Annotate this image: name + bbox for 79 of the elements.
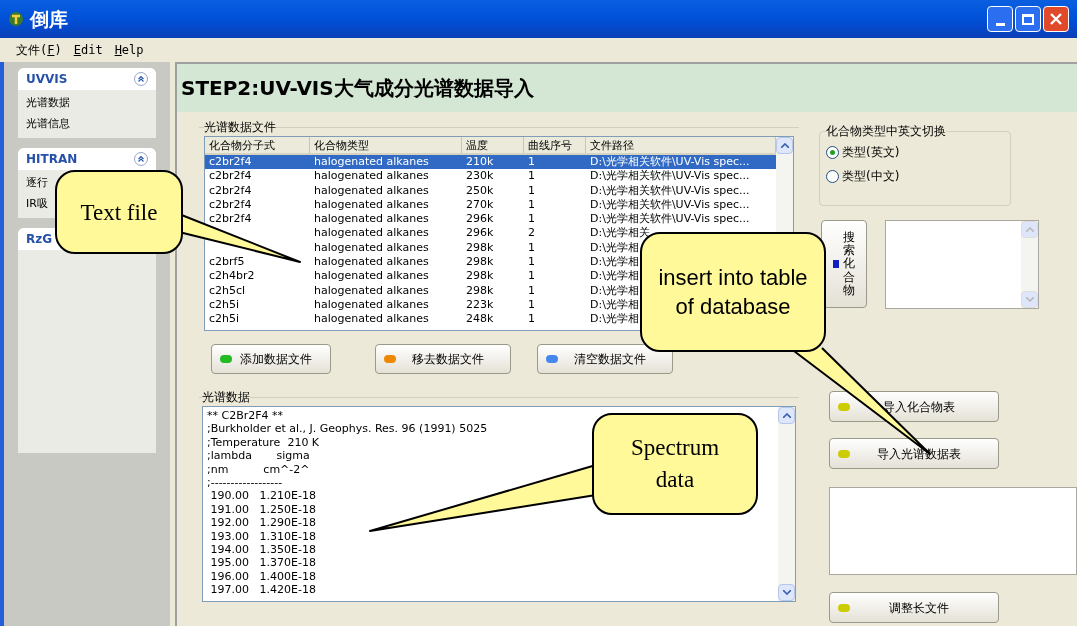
table-cell: 1 <box>528 169 535 183</box>
table-cell: c2h5cl <box>209 283 246 297</box>
table-cell: 248k <box>466 312 494 326</box>
table-cell: c2br2f4 <box>209 212 252 226</box>
page-heading: STEP2:UV-VIS大气成分光谱数据导入 <box>181 75 534 102</box>
text-line: 197.00 1.420E-18 <box>209 583 316 597</box>
table-cell: c2br2f4 <box>209 155 252 168</box>
table-cell: c2h4br2 <box>209 269 255 283</box>
table-cell: halogenated alkanes <box>314 169 429 183</box>
table-cell: 1 <box>528 269 535 283</box>
table-cell: 1 <box>528 212 535 226</box>
table-cell: halogenated alkanes <box>314 226 429 240</box>
table-cell: D:\光学相 <box>590 255 639 269</box>
table-cell: D:\光学相关软件\UV-Vis spec... <box>590 169 750 183</box>
table-cell: 298k <box>466 283 494 297</box>
radio-label: 类型(中文) <box>842 168 900 185</box>
text-line: ** C2Br2F4 ** <box>207 409 284 423</box>
table-cell: 296k <box>466 226 494 240</box>
text-line: ;nm cm^-2^ <box>207 462 310 477</box>
table-cell: 296k <box>466 212 494 226</box>
text-line: 194.00 1.350E-18 <box>209 543 316 557</box>
table-cell: 1 <box>528 183 535 197</box>
table-cell: halogenated alkanes <box>314 240 429 254</box>
table-cell: 298k <box>466 255 494 269</box>
table-cell: 230k <box>466 169 494 183</box>
table-cell: D:\光学相 <box>590 312 639 326</box>
text-line: ;Temperature 210 K <box>207 435 320 450</box>
group-label: 光谱数据文件 <box>204 119 276 136</box>
table-cell: c2br2f4 <box>209 183 252 197</box>
table-cell: 250k <box>466 183 494 197</box>
table-cell: D:\光学相 <box>590 283 639 297</box>
table-cell: c2br2f4 <box>209 169 252 183</box>
table-cell: D:\光学相 <box>590 240 639 254</box>
table-cell: halogenated alkanes <box>314 155 429 168</box>
text-line: 196.00 1.400E-18 <box>209 569 316 584</box>
table-cell: halogenated alkanes <box>314 283 429 297</box>
text-line: 191.00 1.250E-18 <box>209 502 316 517</box>
table-cell: c2brf5 <box>209 255 245 269</box>
table-cell: 1 <box>528 240 535 254</box>
table-cell: halogenated alkanes <box>314 183 429 197</box>
table-cell: c2h5i <box>209 312 240 326</box>
table-cell: 298k <box>466 269 494 283</box>
table-cell: D:\光学相关软件\UV-Vis spec... <box>590 212 750 226</box>
table-cell: 1 <box>528 297 535 311</box>
table-cell: 1 <box>528 312 535 326</box>
table-cell: 1 <box>528 155 535 168</box>
text-line: 193.00 1.310E-18 <box>209 529 316 544</box>
group-label: 化合物类型中英文切换 <box>826 123 946 140</box>
text-line: ;lambda sigma <box>207 449 310 463</box>
table-cell: 1 <box>528 197 535 211</box>
table-cell: D:\光学相关 <box>590 226 650 240</box>
table-cell: 1 <box>528 255 535 269</box>
table-cell: D:\光学相 <box>590 297 639 311</box>
text-line: 195.00 1.370E-18 <box>209 556 316 570</box>
table-cell: halogenated alkanes <box>314 312 429 326</box>
radio-label: 类型(英文) <box>842 144 900 161</box>
table-cell: 270k <box>466 197 494 211</box>
table-cell: 1 <box>528 283 535 297</box>
table-cell: 210k <box>466 155 494 168</box>
table-cell: D:\光学相 <box>590 269 639 283</box>
table-cell: D:\光学相关软件\UV-Vis spec... <box>590 197 750 211</box>
table-cell: 298k <box>466 240 494 254</box>
table-cell: D:\光学相关软件\UV-Vis spec... <box>590 155 750 168</box>
text-line: ;Burkholder et al., J. Geophys. Res. 96 (1991) 5025 <box>207 422 488 436</box>
table-cell: halogenated alkanes <box>314 297 429 311</box>
table-cell: 223k <box>466 297 494 311</box>
table-cell: halogenated alkanes <box>314 269 429 283</box>
text-line: 192.00 1.290E-18 <box>209 516 316 530</box>
table-cell: D:\光学相关软件\UV-Vis spec... <box>590 183 750 197</box>
table-cell: c2br2f4 <box>209 197 252 211</box>
table-cell: halogenated alkanes <box>314 255 429 269</box>
table-cell: 2 <box>528 226 535 240</box>
table-cell: halogenated alkanes <box>314 212 429 226</box>
window-title: 倒库 <box>30 6 68 32</box>
text-line: 190.00 1.210E-18 <box>209 489 316 503</box>
table-cell: c2h5i <box>209 297 240 311</box>
group-label: 光谱数据 <box>202 389 250 406</box>
text-line: ;------------------ <box>207 476 283 490</box>
table-cell: halogenated alkanes <box>314 197 429 211</box>
